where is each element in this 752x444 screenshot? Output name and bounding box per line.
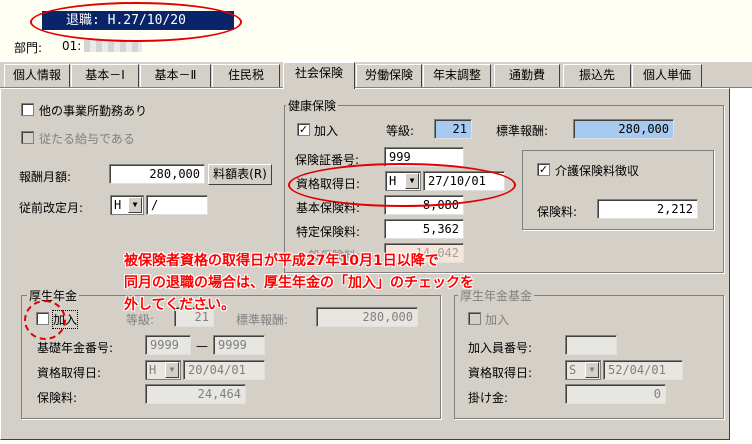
fund-acq-date-field[interactable]: 52/04/01	[603, 360, 683, 380]
other-office-checkbox[interactable]	[21, 103, 34, 116]
annotation-line-2: 同月の退職の場合は、厚生年金の「加入」のチェックを	[124, 275, 474, 291]
pension-acq-era-select[interactable]: H ▼	[145, 360, 181, 380]
pension-acq-date-label: 資格取得日:	[37, 366, 102, 380]
tab-commute[interactable]: 通勤費	[494, 64, 560, 87]
dept-label: 部門:	[14, 41, 43, 55]
fund-acq-date-label: 資格取得日:	[468, 366, 533, 380]
dept-value: 01:	[62, 39, 82, 53]
pension-acq-date-field[interactable]: 20/04/01	[183, 360, 265, 380]
annotation-ellipse-retirement	[30, 2, 242, 42]
annotation-ellipse-acq-date	[288, 163, 516, 207]
basic-pension-no-dash: —	[196, 339, 208, 353]
tab-unit-price[interactable]: 個人単価	[632, 64, 702, 87]
prev-revision-era-value: H	[114, 198, 122, 212]
pension-premium-label: 保険料:	[37, 391, 78, 405]
prev-revision-era-select[interactable]: H ▼	[110, 195, 144, 215]
tab-labor-insurance[interactable]: 労働保険	[356, 64, 422, 87]
care-premium-checkbox[interactable]: ✓	[537, 163, 550, 176]
fund-contribution-field[interactable]: 0	[565, 384, 666, 404]
other-office-label: 他の事業所勤務あり	[39, 104, 148, 118]
specific-premium-label: 特定保険料:	[296, 225, 361, 239]
care-premium-label: 介護保険料徴収	[555, 164, 640, 178]
monthly-pay-field[interactable]: 280,000	[109, 164, 205, 184]
health-insurance-legend: 健康保険	[286, 97, 339, 114]
annotation-line-3: 外してください。	[124, 297, 236, 313]
fund-contribution-label: 掛け金:	[468, 391, 509, 405]
fund-member-no-field[interactable]	[565, 335, 617, 355]
health-std-pay-field[interactable]: 280,000	[573, 119, 674, 139]
chevron-down-icon[interactable]: ▼	[585, 362, 599, 378]
pension-acq-era-value: H	[149, 363, 157, 377]
monthly-pay-label: 報酬月額:	[19, 170, 72, 184]
tab-bar: 個人情報 基本－Ⅰ 基本－Ⅱ 住民税 社会保険 労働保険 年末調整 通勤費 振込…	[0, 62, 752, 89]
fund-member-no-label: 加入員番号:	[468, 341, 533, 355]
health-grade-field[interactable]: 21	[434, 119, 472, 139]
health-join-label: 加入	[314, 124, 339, 138]
fund-acq-era-select[interactable]: S ▼	[565, 360, 601, 380]
specific-premium-field[interactable]: 5,362	[384, 219, 464, 239]
chevron-down-icon[interactable]: ▼	[128, 197, 142, 213]
care-premium-field[interactable]: 2,212	[597, 199, 698, 219]
tab-resident-tax[interactable]: 住民税	[212, 64, 280, 87]
subordinate-pay-label: 従たる給与である	[39, 132, 135, 146]
health-grade-label: 等級:	[386, 124, 415, 138]
care-premium-amount-label: 保険料:	[537, 205, 578, 219]
subordinate-pay-checkbox	[21, 131, 34, 144]
annotation-line-1: 被保険者資格の取得日が平成27年10月1日以降で	[124, 253, 439, 269]
prev-revision-field[interactable]: /	[146, 195, 208, 215]
chevron-down-icon[interactable]: ▼	[165, 362, 179, 378]
tab-year-end-adjustment[interactable]: 年末調整	[423, 64, 491, 87]
health-join-checkbox[interactable]: ✓	[297, 123, 310, 136]
prev-revision-label: 従前改定月:	[19, 201, 84, 215]
annotation-notice: 被保険者資格の取得日が平成27年10月1日以降で 同月の退職の場合は、厚生年金の…	[124, 250, 534, 316]
health-std-pay-label: 標準報酬:	[496, 124, 549, 138]
tab-basic-1[interactable]: 基本－Ⅰ	[71, 64, 139, 87]
pension-premium-field[interactable]: 24,464	[145, 384, 246, 404]
basic-pension-no-field-1[interactable]: 9999	[145, 335, 191, 355]
basic-pension-no-label: 基礎年金番号:	[37, 341, 114, 355]
tab-basic-2[interactable]: 基本－Ⅱ	[140, 64, 211, 87]
tab-personal-info[interactable]: 個人情報	[4, 64, 70, 87]
basic-pension-no-field-2[interactable]: 9999	[213, 335, 265, 355]
annotation-circle-pension-join	[24, 300, 66, 340]
tab-social-insurance[interactable]: 社会保険	[283, 62, 355, 89]
fund-acq-era-value: S	[569, 363, 577, 377]
fee-table-button[interactable]: 料額表(R)	[208, 164, 272, 185]
tab-bank-transfer[interactable]: 振込先	[563, 64, 631, 87]
